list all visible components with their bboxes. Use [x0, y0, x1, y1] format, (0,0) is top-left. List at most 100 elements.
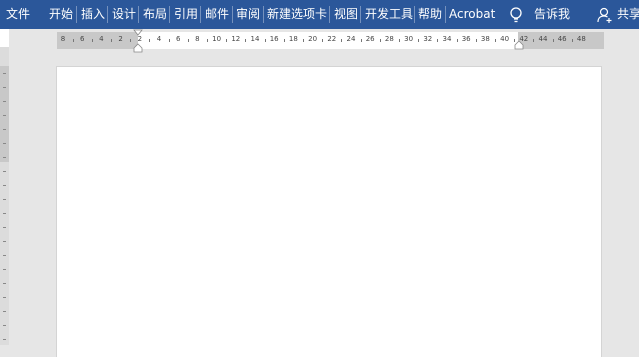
ruler-tick — [475, 39, 477, 42]
vertical-ruler-tick — [3, 325, 6, 326]
tell-me-search[interactable]: 告诉我 — [534, 0, 570, 29]
ruler-tick — [91, 39, 93, 42]
vertical-ruler-tick — [3, 157, 6, 158]
tab-view[interactable]: 视图 — [334, 0, 358, 29]
ruler-tick — [72, 39, 74, 42]
vertical-ruler-tick — [3, 199, 6, 200]
ruler-left-margin — [57, 32, 138, 49]
person-add-icon[interactable] — [597, 7, 613, 23]
tab-help[interactable]: 帮助 — [418, 0, 442, 29]
tab-separator — [232, 6, 233, 23]
ruler-tick — [456, 39, 458, 42]
tab-separator — [414, 6, 415, 23]
ruler-number: 6 — [79, 35, 85, 43]
tab-mailings[interactable]: 邮件 — [205, 0, 229, 29]
ruler-number: 4 — [156, 35, 162, 43]
ruler-number: 24 — [346, 35, 356, 43]
vertical-ruler-tick — [3, 73, 6, 74]
ruler-tick — [303, 39, 304, 42]
tab-review[interactable]: 审阅 — [236, 0, 260, 29]
tab-separator — [200, 6, 201, 23]
ruler-tick — [399, 39, 400, 42]
vertical-ruler-tick — [3, 213, 6, 214]
ruler-tick — [130, 39, 132, 42]
ruler-tick — [111, 39, 112, 42]
ruler-number: 26 — [365, 35, 375, 43]
ruler-tick — [245, 39, 247, 42]
ruler-tick — [437, 39, 439, 42]
ruler-tick — [379, 39, 381, 42]
ruler-number: 38 — [480, 35, 490, 43]
ruler-number: 30 — [404, 35, 414, 43]
tab-layout[interactable]: 布局 — [143, 0, 167, 29]
tab-separator — [169, 6, 170, 23]
ruler-tick — [495, 39, 496, 42]
ruler-number: 12 — [231, 35, 241, 43]
ruler-number: 34 — [442, 35, 452, 43]
vertical-ruler-tick — [3, 241, 6, 242]
vertical-ruler-tick — [3, 255, 6, 256]
tab-references[interactable]: 引用 — [174, 0, 198, 29]
vertical-ruler-tick — [3, 311, 6, 312]
vertical-ruler-margin — [0, 66, 9, 162]
tab-separator — [445, 6, 446, 23]
ruler-tick — [341, 39, 343, 42]
vertical-ruler-tick — [3, 129, 6, 130]
ruler-tick — [168, 39, 170, 42]
tab-separator — [138, 6, 139, 23]
ruler-tick — [322, 39, 324, 42]
tab-separator — [76, 6, 77, 23]
ruler-number: 36 — [461, 35, 471, 43]
ruler-number: 48 — [576, 35, 586, 43]
tab-separator — [107, 6, 108, 23]
ruler-tick — [226, 39, 228, 42]
tab-separator — [360, 6, 361, 23]
ruler-number: 4 — [99, 35, 104, 43]
ruler-number: 10 — [212, 35, 222, 43]
ruler-tick — [207, 39, 208, 42]
ruler-number: 2 — [118, 35, 123, 43]
tab-new-tab[interactable]: 新建选项卡 — [267, 0, 327, 29]
tab-separator — [329, 6, 330, 23]
ruler-tick — [533, 39, 535, 42]
ruler-number: 8 — [195, 35, 200, 43]
vertical-ruler-tick — [3, 339, 6, 340]
vertical-ruler-tick — [3, 297, 6, 298]
ruler-number: 22 — [327, 35, 337, 43]
ruler-number: 6 — [175, 35, 181, 43]
left-indent-marker[interactable] — [133, 29, 143, 53]
tab-design[interactable]: 设计 — [112, 0, 136, 29]
document-page[interactable] — [57, 67, 601, 357]
tab-home[interactable]: 开始 — [49, 0, 73, 29]
ruler-number: 46 — [557, 35, 567, 43]
lightbulb-icon[interactable] — [508, 6, 524, 24]
vertical-ruler-tick — [3, 115, 6, 116]
ruler-tick — [283, 39, 285, 42]
ruler-tick — [552, 39, 554, 42]
right-indent-marker[interactable] — [514, 40, 524, 50]
vertical-ruler-tick — [3, 171, 6, 172]
ruler-tick — [149, 39, 151, 42]
ruler-number: 18 — [288, 35, 298, 43]
tab-acrobat[interactable]: Acrobat — [449, 0, 495, 29]
ribbon-tab-bar: 文件 开始 插入 设计 布局 引用 邮件 审阅 新建选项卡 视图 开发工具 帮助… — [0, 0, 639, 29]
share-button[interactable]: 共享 — [617, 0, 639, 29]
ruler-number: 44 — [538, 35, 548, 43]
vertical-ruler-tick — [3, 283, 6, 284]
ruler-tick — [264, 39, 266, 42]
vertical-ruler-tick — [3, 87, 6, 88]
tab-file[interactable]: 文件 — [6, 0, 30, 29]
vertical-ruler-tick — [3, 143, 6, 144]
ruler-number: 32 — [423, 35, 433, 43]
vertical-ruler-tick — [3, 269, 6, 270]
vertical-ruler-top — [0, 29, 9, 47]
vertical-ruler-tick — [3, 101, 6, 102]
ruler-number: 20 — [308, 35, 318, 43]
tab-separator — [263, 6, 264, 23]
tab-developer[interactable]: 开发工具 — [365, 0, 413, 29]
tab-insert[interactable]: 插入 — [81, 0, 105, 29]
ruler-number: 8 — [60, 35, 66, 43]
ruler-tick — [418, 39, 420, 42]
ruler-number: 28 — [384, 35, 394, 43]
vertical-ruler — [0, 29, 9, 345]
